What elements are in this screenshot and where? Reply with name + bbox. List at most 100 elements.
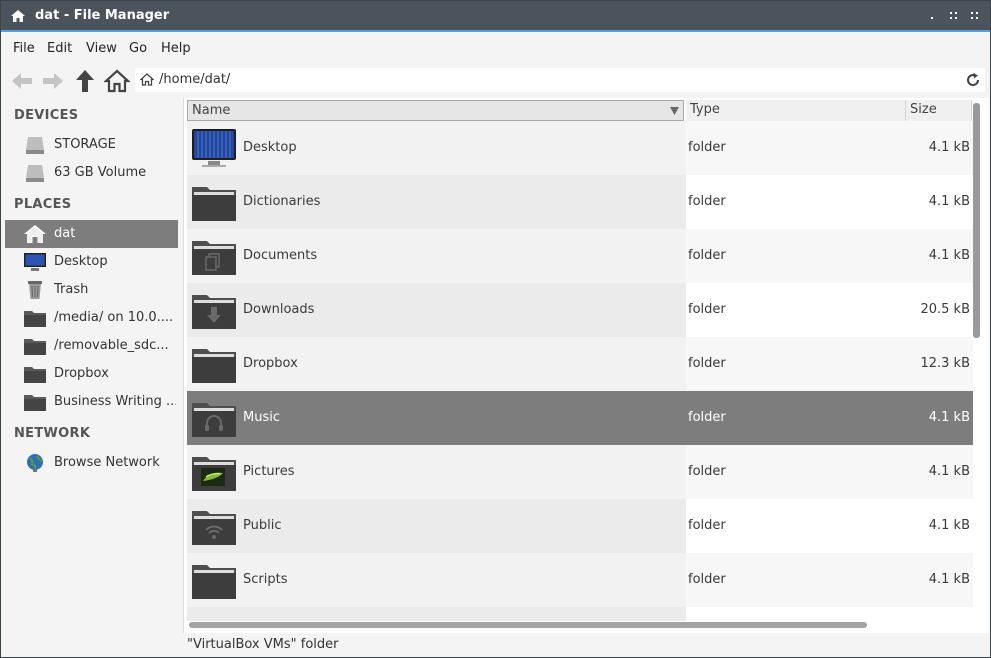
- file-size: 4.1 kB: [928, 194, 970, 209]
- sidebar-item-media-share[interactable]: /media/ on 10.0....: [5, 304, 178, 332]
- file-row-pictures[interactable]: Pictures folder 4.1 kB: [187, 445, 973, 499]
- sidebar-item-63gb-volume[interactable]: 63 GB Volume: [5, 159, 178, 187]
- file-type: folder: [688, 356, 726, 371]
- pictures-folder-icon: [192, 457, 236, 491]
- file-type: folder: [688, 140, 726, 155]
- file-type: folder: [688, 194, 726, 209]
- up-icon[interactable]: [72, 68, 98, 94]
- location-bar[interactable]: /home/dat/: [135, 68, 985, 92]
- sidebar-item-desktop[interactable]: Desktop: [5, 248, 178, 276]
- drive-icon: [26, 165, 44, 182]
- trash-icon: [28, 281, 42, 299]
- file-size: 4.1 kB: [928, 464, 970, 479]
- file-row-partial[interactable]: [187, 607, 973, 621]
- sidebar-item-label: dat: [54, 226, 76, 241]
- file-name: Pictures: [243, 464, 295, 479]
- sidebar-item-storage[interactable]: STORAGE: [5, 131, 178, 159]
- row-background: [686, 607, 973, 621]
- file-row-documents[interactable]: Documents folder 4.1 kB: [187, 229, 973, 283]
- sidebar-item-dropbox[interactable]: Dropbox: [5, 360, 178, 388]
- file-name: Desktop: [243, 140, 297, 155]
- column-header-label: Type: [690, 102, 720, 117]
- file-size: 12.3 kB: [920, 356, 970, 371]
- maximize-icon[interactable]: [948, 10, 960, 22]
- folder-icon: [24, 395, 46, 411]
- column-header-type[interactable]: Type: [686, 100, 906, 121]
- column-header-label: Name: [192, 103, 231, 118]
- sidebar-item-label: Desktop: [54, 254, 108, 269]
- home-icon: [11, 10, 25, 22]
- file-name: Dictionaries: [243, 194, 321, 209]
- menu-view[interactable]: View: [86, 41, 117, 56]
- sidebar-item-trash[interactable]: Trash: [5, 276, 178, 304]
- file-type: folder: [688, 518, 726, 533]
- globe-icon: [27, 454, 43, 472]
- folder-icon: [24, 367, 46, 383]
- file-type: folder: [688, 410, 726, 425]
- folder-icon: [192, 187, 236, 221]
- sidebar-item-browse-network[interactable]: Browse Network: [5, 449, 178, 477]
- close-icon[interactable]: [969, 10, 981, 22]
- public-folder-icon: [192, 511, 236, 545]
- file-row-music[interactable]: Music folder 4.1 kB: [187, 391, 973, 445]
- title-bar[interactable]: dat - File Manager: [1, 1, 990, 32]
- sidebar-item-label: Business Writing ...: [54, 394, 176, 409]
- file-type: folder: [688, 464, 726, 479]
- horizontal-scrollbar[interactable]: [189, 622, 867, 628]
- location-home-icon: [140, 73, 154, 86]
- file-size: 4.1 kB: [928, 572, 970, 587]
- downloads-folder-icon: [192, 295, 236, 329]
- file-row-downloads[interactable]: Downloads folder 20.5 kB: [187, 283, 973, 337]
- reload-icon[interactable]: [965, 72, 981, 88]
- file-type: folder: [688, 572, 726, 587]
- minimize-icon[interactable]: [927, 10, 939, 22]
- file-row-public[interactable]: Public folder 4.1 kB: [187, 499, 973, 553]
- folder-icon: [192, 565, 236, 599]
- menu-go[interactable]: Go: [129, 41, 147, 56]
- file-row-dictionaries[interactable]: Dictionaries folder 4.1 kB: [187, 175, 973, 229]
- desktop-icon: [24, 253, 46, 271]
- desktop-folder-icon: [192, 129, 236, 167]
- menu-edit[interactable]: Edit: [47, 41, 72, 56]
- file-list: Name Type Size Desktop folder 4.1 kB Dic…: [183, 98, 989, 633]
- file-row-dropbox[interactable]: Dropbox folder 12.3 kB: [187, 337, 973, 391]
- menu-bar: File Edit View Go Help: [1, 34, 990, 64]
- file-name: Music: [243, 410, 280, 425]
- back-icon[interactable]: [9, 68, 35, 94]
- column-header-label: Size: [910, 102, 937, 117]
- status-text: "VirtualBox VMs" folder: [187, 637, 339, 652]
- file-type: folder: [688, 248, 726, 263]
- sidebar-item-label: STORAGE: [54, 137, 116, 152]
- file-size: 4.1 kB: [928, 518, 970, 533]
- file-size: 4.1 kB: [928, 248, 970, 263]
- places-header: PLACES: [14, 197, 72, 212]
- column-header-size[interactable]: Size: [906, 100, 972, 121]
- file-row-desktop[interactable]: Desktop folder 4.1 kB: [187, 121, 973, 175]
- file-size: 4.1 kB: [928, 410, 970, 425]
- file-size: 20.5 kB: [920, 302, 970, 317]
- drive-icon: [26, 137, 44, 154]
- menu-file[interactable]: File: [13, 41, 35, 56]
- location-path[interactable]: /home/dat/: [159, 72, 230, 87]
- documents-folder-icon: [192, 241, 236, 275]
- file-name: Documents: [243, 248, 318, 263]
- column-header-name[interactable]: Name: [187, 100, 684, 121]
- menu-help[interactable]: Help: [161, 41, 191, 56]
- sidebar-item-business-writing[interactable]: Business Writing ...: [5, 388, 178, 416]
- file-name: Public: [243, 518, 282, 533]
- window-title: dat - File Manager: [35, 8, 170, 23]
- sidebar-item-label: Browse Network: [54, 455, 160, 470]
- sidebar-item-label: Trash: [54, 282, 89, 297]
- sidebar-item-dat[interactable]: dat: [5, 220, 178, 248]
- sidebar-item-label: /removable_sdc...: [54, 338, 169, 353]
- sidebar-item-removable-sdc[interactable]: /removable_sdc...: [5, 332, 178, 360]
- forward-icon[interactable]: [40, 68, 66, 94]
- home-button-icon[interactable]: [104, 68, 130, 94]
- sidebar-item-label: Dropbox: [54, 366, 109, 381]
- folder-icon: [192, 349, 236, 383]
- file-name: Scripts: [243, 572, 288, 587]
- music-folder-icon: [192, 403, 236, 437]
- vertical-scrollbar[interactable]: [973, 103, 980, 338]
- sidebar-item-label: /media/ on 10.0....: [54, 310, 174, 325]
- file-row-scripts[interactable]: Scripts folder 4.1 kB: [187, 553, 973, 607]
